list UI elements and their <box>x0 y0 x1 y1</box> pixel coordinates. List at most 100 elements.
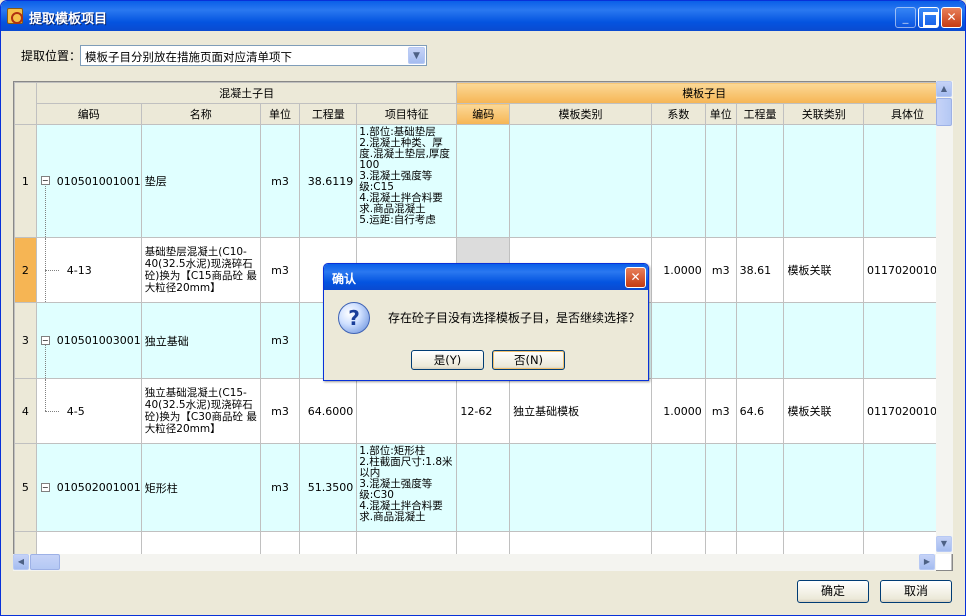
no-button[interactable]: 否(N) <box>492 350 565 370</box>
table-row[interactable]: 1 −010501001001 垫层 m3 38.6119 1.部位:基础垫层 … <box>14 124 952 238</box>
qty-cell[interactable]: 38.6119 <box>299 124 358 238</box>
unit-cell[interactable]: m3 <box>259 237 301 303</box>
dialog-message: 存在砼子目没有选择模板子目，是否继续选择？ <box>388 311 641 325</box>
collapse-icon[interactable]: − <box>40 176 50 185</box>
code-cell[interactable]: −010502001001 <box>35 443 142 532</box>
position-select[interactable]: 模板子目分别放在措施页面对应清单项下 ▼ <box>80 45 427 66</box>
name-cell[interactable]: 矩形柱 <box>140 443 261 532</box>
relation-cell[interactable] <box>783 302 864 379</box>
code-text: 010501001001 <box>56 174 141 188</box>
name-cell[interactable]: 垫层 <box>140 124 261 238</box>
template-code-cell[interactable]: 12-62 <box>456 378 511 444</box>
col-header[interactable]: 单位 <box>259 103 301 125</box>
ok-button[interactable]: 确定 <box>797 580 869 603</box>
table-row[interactable]: 5 −010502001001 矩形柱 m3 51.3500 1.部位:矩形柱 … <box>14 443 952 532</box>
row-number[interactable]: 5 <box>14 443 37 532</box>
col-header[interactable]: 编码 <box>35 103 142 125</box>
collapse-icon[interactable]: − <box>40 335 50 345</box>
col-header[interactable]: 模板类别 <box>509 103 652 125</box>
qty-cell[interactable]: 51.3500 <box>299 443 358 532</box>
cancel-button[interactable]: 取消 <box>880 580 952 603</box>
template-code-cell[interactable] <box>456 443 511 532</box>
template-qty-cell[interactable]: 38.61 <box>735 237 785 303</box>
row-number[interactable]: 2 <box>14 237 37 303</box>
relation-cell[interactable] <box>783 124 864 238</box>
code-text: 4-5 <box>66 404 85 418</box>
horizontal-scroll-thumb[interactable] <box>30 554 60 570</box>
feature-cell[interactable]: 1.部位:矩形柱 2.柱截面尺寸:1.8米以内 3.混凝土强度等级:C30 4.… <box>356 443 458 532</box>
collapse-icon[interactable]: − <box>40 482 50 492</box>
name-cell[interactable]: 独立基础混凝土(C15-40(32.5水泥)现浇碎石砼)换为【C30商品砼 最大… <box>140 378 261 444</box>
relation-cell[interactable] <box>783 443 864 532</box>
col-header[interactable]: 关联类别 <box>783 103 864 125</box>
col-header[interactable]: 工程量 <box>735 103 785 125</box>
qty-cell[interactable]: 64.6000 <box>299 378 358 444</box>
table-row[interactable]: 4 4-5 独立基础混凝土(C15-40(32.5水泥)现浇碎石砼)换为【C30… <box>14 378 952 444</box>
scroll-up-icon[interactable]: ▲ <box>936 81 952 97</box>
relation-cell[interactable]: 模板关联 <box>783 237 864 303</box>
row-number[interactable]: 3 <box>14 302 37 379</box>
col-header[interactable]: 名称 <box>140 103 261 125</box>
relation-cell[interactable]: 模板关联 <box>783 378 864 444</box>
template-unit-cell[interactable] <box>704 124 737 238</box>
yes-button[interactable]: 是(Y) <box>411 350 484 370</box>
scroll-right-icon[interactable]: ▶ <box>919 554 935 570</box>
vertical-scrollbar[interactable]: ▲ ▼ <box>936 81 953 554</box>
close-button[interactable]: ✕ <box>941 7 962 28</box>
col-header[interactable]: 工程量 <box>299 103 358 125</box>
code-text: 010501003001 <box>56 334 141 347</box>
template-type-cell[interactable]: 独立基础模板 <box>509 378 652 444</box>
coef-cell[interactable] <box>650 302 706 379</box>
template-qty-cell[interactable] <box>735 124 785 238</box>
col-header[interactable]: 编码 <box>456 103 511 125</box>
title-bar[interactable]: 提取模板项目 _ ✕ <box>1 1 965 31</box>
dialog-title-bar[interactable]: 确认 ✕ <box>324 264 648 290</box>
row-number[interactable]: 4 <box>14 378 37 444</box>
unit-cell[interactable]: m3 <box>259 378 301 444</box>
code-text: 010502001001 <box>56 481 141 494</box>
row-number[interactable]: 1 <box>14 124 37 238</box>
dialog-close-button[interactable]: ✕ <box>625 267 646 288</box>
template-type-cell[interactable] <box>509 124 652 238</box>
coef-cell[interactable]: 1.0000 <box>650 378 706 444</box>
coef-cell[interactable] <box>650 443 706 532</box>
template-unit-cell[interactable]: m3 <box>704 378 737 444</box>
coef-cell[interactable] <box>650 124 706 238</box>
unit-cell[interactable]: m3 <box>259 443 301 532</box>
dialog-title: 确认 <box>332 272 357 286</box>
template-unit-cell[interactable] <box>704 302 737 379</box>
corner-cell <box>14 82 37 125</box>
template-qty-cell[interactable] <box>735 443 785 532</box>
code-cell[interactable]: 4-13 <box>35 237 142 303</box>
unit-cell[interactable]: m3 <box>259 302 301 379</box>
scroll-down-icon[interactable]: ▼ <box>936 536 952 552</box>
unit-cell[interactable]: m3 <box>259 124 301 238</box>
maximize-button[interactable] <box>918 7 939 28</box>
app-icon <box>7 8 23 24</box>
group-header-template: 模板子目 <box>456 82 952 104</box>
horizontal-scrollbar[interactable]: ◀ ▶ <box>13 554 936 571</box>
feature-cell[interactable]: 1.部位:基础垫层 2.混凝土种类、厚度.混凝土垫层,厚度100 3.混凝土强度… <box>356 124 458 238</box>
col-header[interactable]: 项目特征 <box>356 103 458 125</box>
window-title: 提取模板项目 <box>29 12 108 27</box>
vertical-scroll-thumb[interactable] <box>936 98 952 126</box>
minimize-button[interactable]: _ <box>895 7 916 28</box>
template-unit-cell[interactable] <box>704 443 737 532</box>
name-cell[interactable]: 基础垫层混凝土(C10-40(32.5水泥)现浇碎石砼)换为【C15商品砼 最大… <box>140 237 261 303</box>
code-cell[interactable]: −010501001001 <box>35 124 142 238</box>
template-type-cell[interactable] <box>509 443 652 532</box>
template-qty-cell[interactable] <box>735 302 785 379</box>
tree-line <box>44 340 46 378</box>
template-code-cell[interactable] <box>456 124 511 238</box>
scroll-left-icon[interactable]: ◀ <box>13 554 29 570</box>
chevron-down-icon[interactable]: ▼ <box>408 47 425 64</box>
coef-cell[interactable]: 1.0000 <box>650 237 706 303</box>
col-header[interactable]: 系数 <box>650 103 706 125</box>
code-cell[interactable]: 4-5 <box>35 378 142 444</box>
feature-cell[interactable] <box>356 378 458 444</box>
template-qty-cell[interactable]: 64.6 <box>735 378 785 444</box>
template-unit-cell[interactable]: m3 <box>704 237 737 303</box>
name-cell[interactable]: 独立基础 <box>140 302 261 379</box>
code-cell[interactable]: −010501003001 <box>35 302 142 379</box>
col-header[interactable]: 单位 <box>704 103 737 125</box>
